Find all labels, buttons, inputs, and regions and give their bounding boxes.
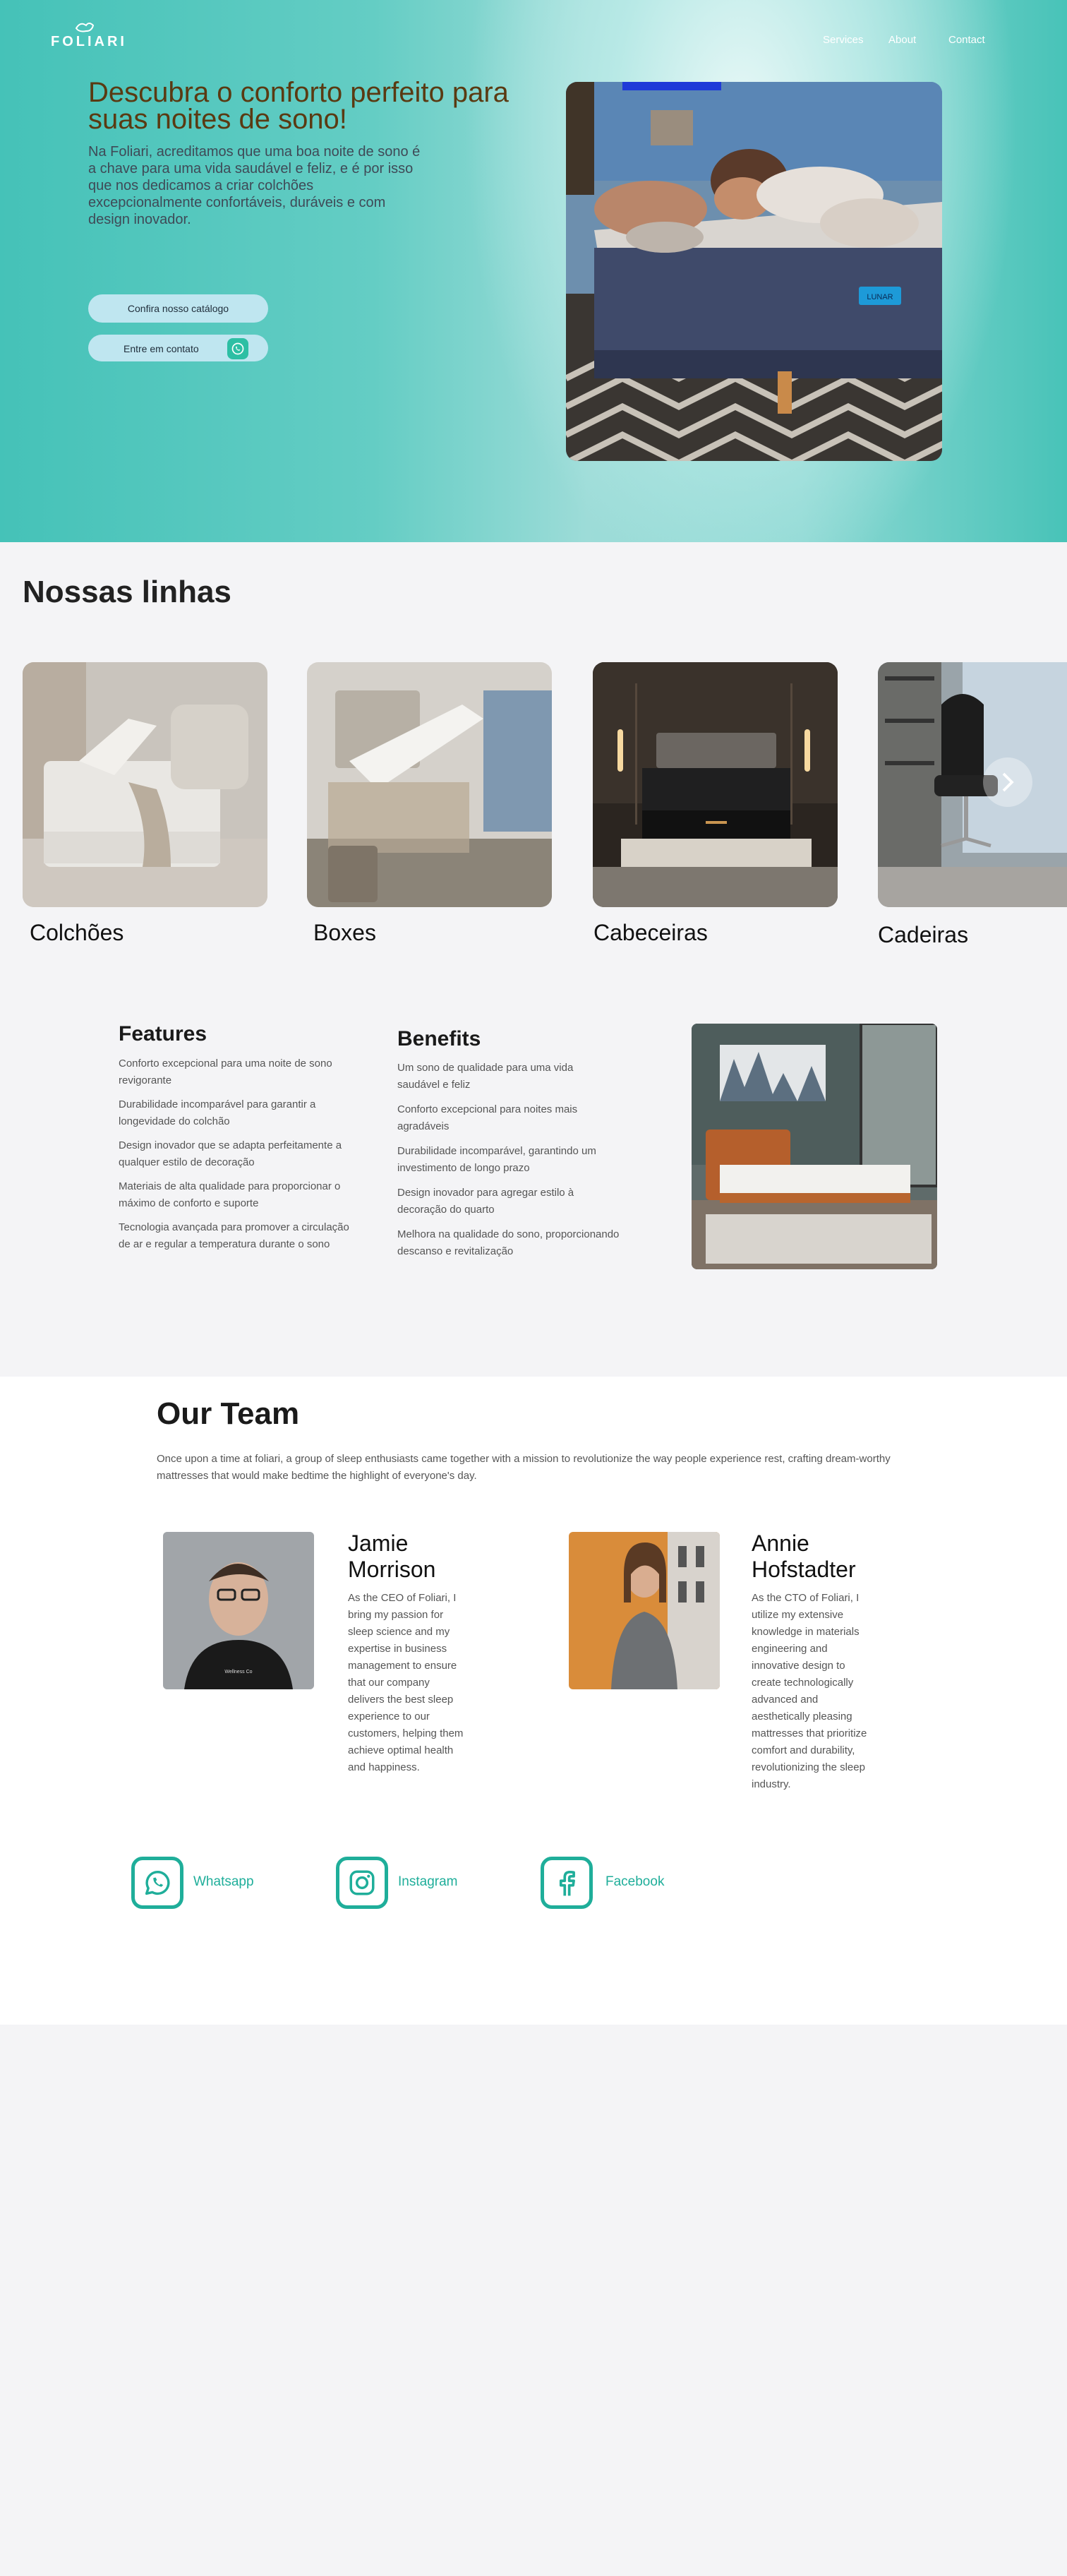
hero-photo: LUNAR (566, 82, 942, 461)
benefit-item: Um sono de qualidade para uma vida saudá… (397, 1062, 574, 1091)
card-boxes[interactable] (307, 662, 552, 907)
card-cabeceiras[interactable] (593, 662, 838, 907)
hero-photo-tag: LUNAR (867, 293, 893, 301)
nav-about[interactable]: About (888, 34, 916, 46)
whatsapp-icon (227, 338, 248, 359)
label-cabeceiras: Cabeceiras (593, 920, 708, 945)
catalog-button[interactable]: Confira nosso catálogo (88, 294, 268, 323)
social-instagram-label[interactable]: Instagram (398, 1874, 457, 1890)
member-name-jamie: Jamie Morrison (348, 1530, 436, 1582)
logo-text[interactable]: FOLIARI (51, 34, 127, 50)
avatar-jamie: Wellness Co (163, 1532, 314, 1689)
social-facebook-label[interactable]: Facebook (605, 1874, 664, 1890)
label-colchoes: Colchões (30, 920, 124, 945)
feature-item: Materiais de alta qualidade para proporc… (119, 1180, 341, 1209)
feature-item: Durabilidade incomparável para garantir … (119, 1098, 316, 1127)
carousel-next-button[interactable] (983, 757, 1032, 807)
contact-button[interactable]: Entre em contato (88, 335, 268, 361)
chevron-right-icon (1002, 772, 1014, 792)
features-photo (692, 1024, 937, 1269)
lines-title: Nossas linhas (23, 575, 231, 609)
avatar-shirt-text: Wellness Co (224, 1670, 252, 1675)
nav-contact[interactable]: Contact (948, 34, 985, 46)
benefit-item: Melhora na qualidade do sono, proporcion… (397, 1228, 620, 1257)
feature-item: Tecnologia avançada para promover a circ… (119, 1221, 349, 1250)
features-title: Features (119, 1022, 207, 1046)
member-bio-jamie: As the CEO of Foliari, I bring my passio… (348, 1592, 464, 1773)
team-intro: Once upon a time at foliari, a group of … (157, 1453, 891, 1482)
member-bio-annie: As the CTO of Foliari, I utilize my exte… (752, 1592, 867, 1790)
avatar-annie (569, 1532, 720, 1689)
contact-button-label: Entre em contato (123, 343, 199, 354)
nav-services[interactable]: Services (823, 34, 864, 46)
hero-title: Descubra o conforto perfeito para suas n… (88, 77, 509, 135)
member-name-annie: Annie Hofstadter (752, 1530, 856, 1582)
instagram-icon (336, 1857, 388, 1909)
benefits-title: Benefits (397, 1027, 481, 1050)
card-cadeiras[interactable] (878, 662, 1067, 907)
social-whatsapp-label[interactable]: Whatsapp (193, 1874, 254, 1890)
benefit-item: Conforto excepcional para noites mais ag… (397, 1103, 578, 1132)
label-boxes: Boxes (313, 920, 376, 945)
team-title: Our Team (157, 1396, 300, 1431)
hero-section: FOLIARI Services About Contact Descubra … (0, 0, 1067, 542)
feature-item: Conforto excepcional para uma noite de s… (119, 1058, 332, 1086)
label-cadeiras: Cadeiras (878, 922, 969, 947)
benefit-item: Durabilidade incomparável, garantindo um… (397, 1145, 596, 1174)
hero-text: Na Foliari, acreditamos que uma boa noit… (88, 144, 421, 227)
facebook-icon (541, 1857, 593, 1909)
benefit-item: Design inovador para agregar estilo à de… (397, 1187, 574, 1216)
whatsapp-icon (131, 1857, 183, 1909)
card-colchoes[interactable] (23, 662, 267, 907)
feature-item: Design inovador que se adapta perfeitame… (119, 1139, 342, 1168)
